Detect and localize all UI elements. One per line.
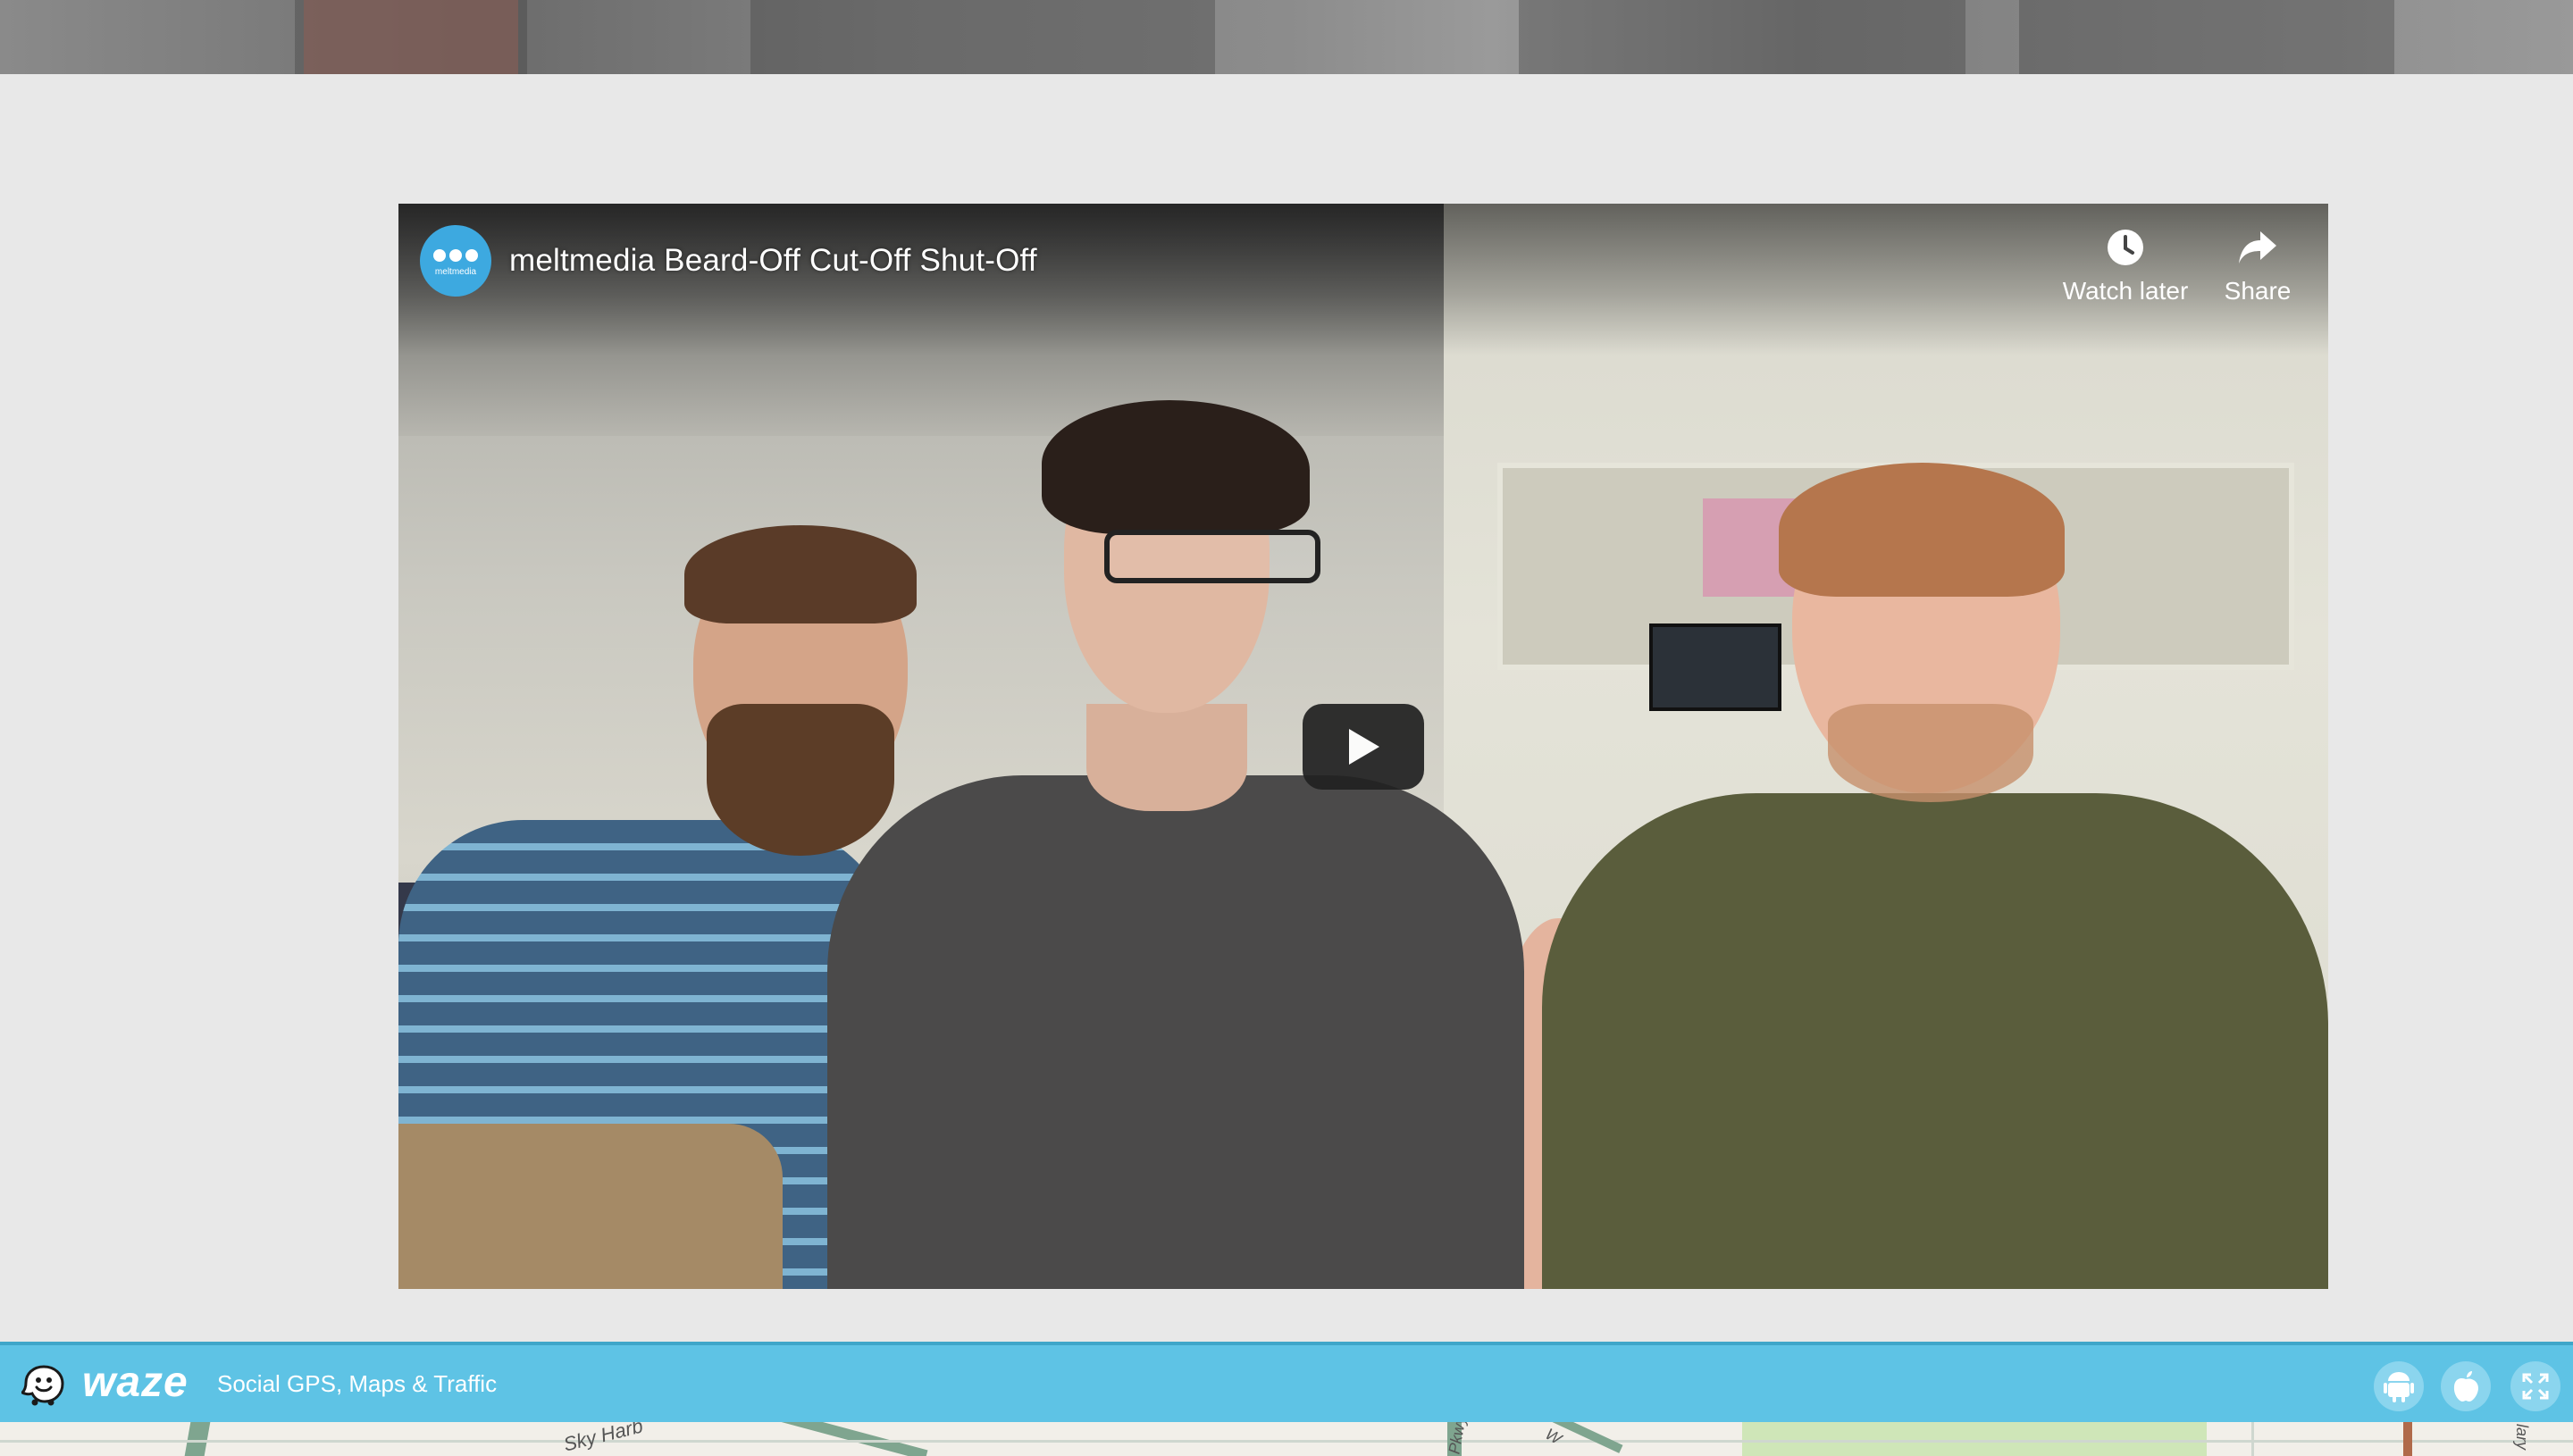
share-arrow-icon xyxy=(2191,225,2325,270)
android-icon xyxy=(2384,1372,2414,1402)
android-download-button[interactable] xyxy=(2374,1361,2424,1411)
apple-icon xyxy=(2453,1371,2478,1402)
channel-avatar-text: meltmedia xyxy=(434,266,477,277)
play-button[interactable] xyxy=(1303,704,1424,790)
share-button[interactable]: Share xyxy=(2191,225,2325,305)
header-banner-image xyxy=(0,0,2573,74)
map-label: Pkwy xyxy=(1445,1422,1470,1456)
video-title[interactable]: meltmedia Beard-Off Cut-Off Shut-Off xyxy=(509,243,1037,279)
expand-map-button[interactable] xyxy=(2510,1361,2560,1411)
waze-tagline: Social GPS, Maps & Traffic xyxy=(217,1370,498,1397)
watch-later-label: Watch later xyxy=(2062,277,2189,305)
waze-wordmark[interactable]: waze xyxy=(82,1358,189,1407)
watch-later-button[interactable]: Watch later xyxy=(2058,225,2192,305)
expand-icon xyxy=(2522,1373,2549,1400)
share-label: Share xyxy=(2224,277,2292,305)
channel-avatar[interactable]: meltmedia xyxy=(420,225,491,297)
map-label: Sky Harb xyxy=(561,1422,646,1456)
map-label: W xyxy=(1542,1425,1565,1448)
apple-download-button[interactable] xyxy=(2441,1361,2491,1411)
play-icon xyxy=(1349,729,1379,765)
video-top-overlay xyxy=(398,204,2328,356)
map-label: lary xyxy=(2513,1423,2532,1451)
waze-map[interactable]: Sky Harb Pkwy W lary xyxy=(0,1422,2573,1456)
clock-icon xyxy=(2058,225,2192,270)
waze-widget-bar: waze Social GPS, Maps & Traffic xyxy=(0,1342,2573,1422)
waze-smiley-icon[interactable] xyxy=(21,1363,66,1406)
meltmedia-logo-icon xyxy=(433,248,478,262)
video-player[interactable]: meltmedia meltmedia Beard-Off Cut-Off Sh… xyxy=(398,204,2328,1289)
